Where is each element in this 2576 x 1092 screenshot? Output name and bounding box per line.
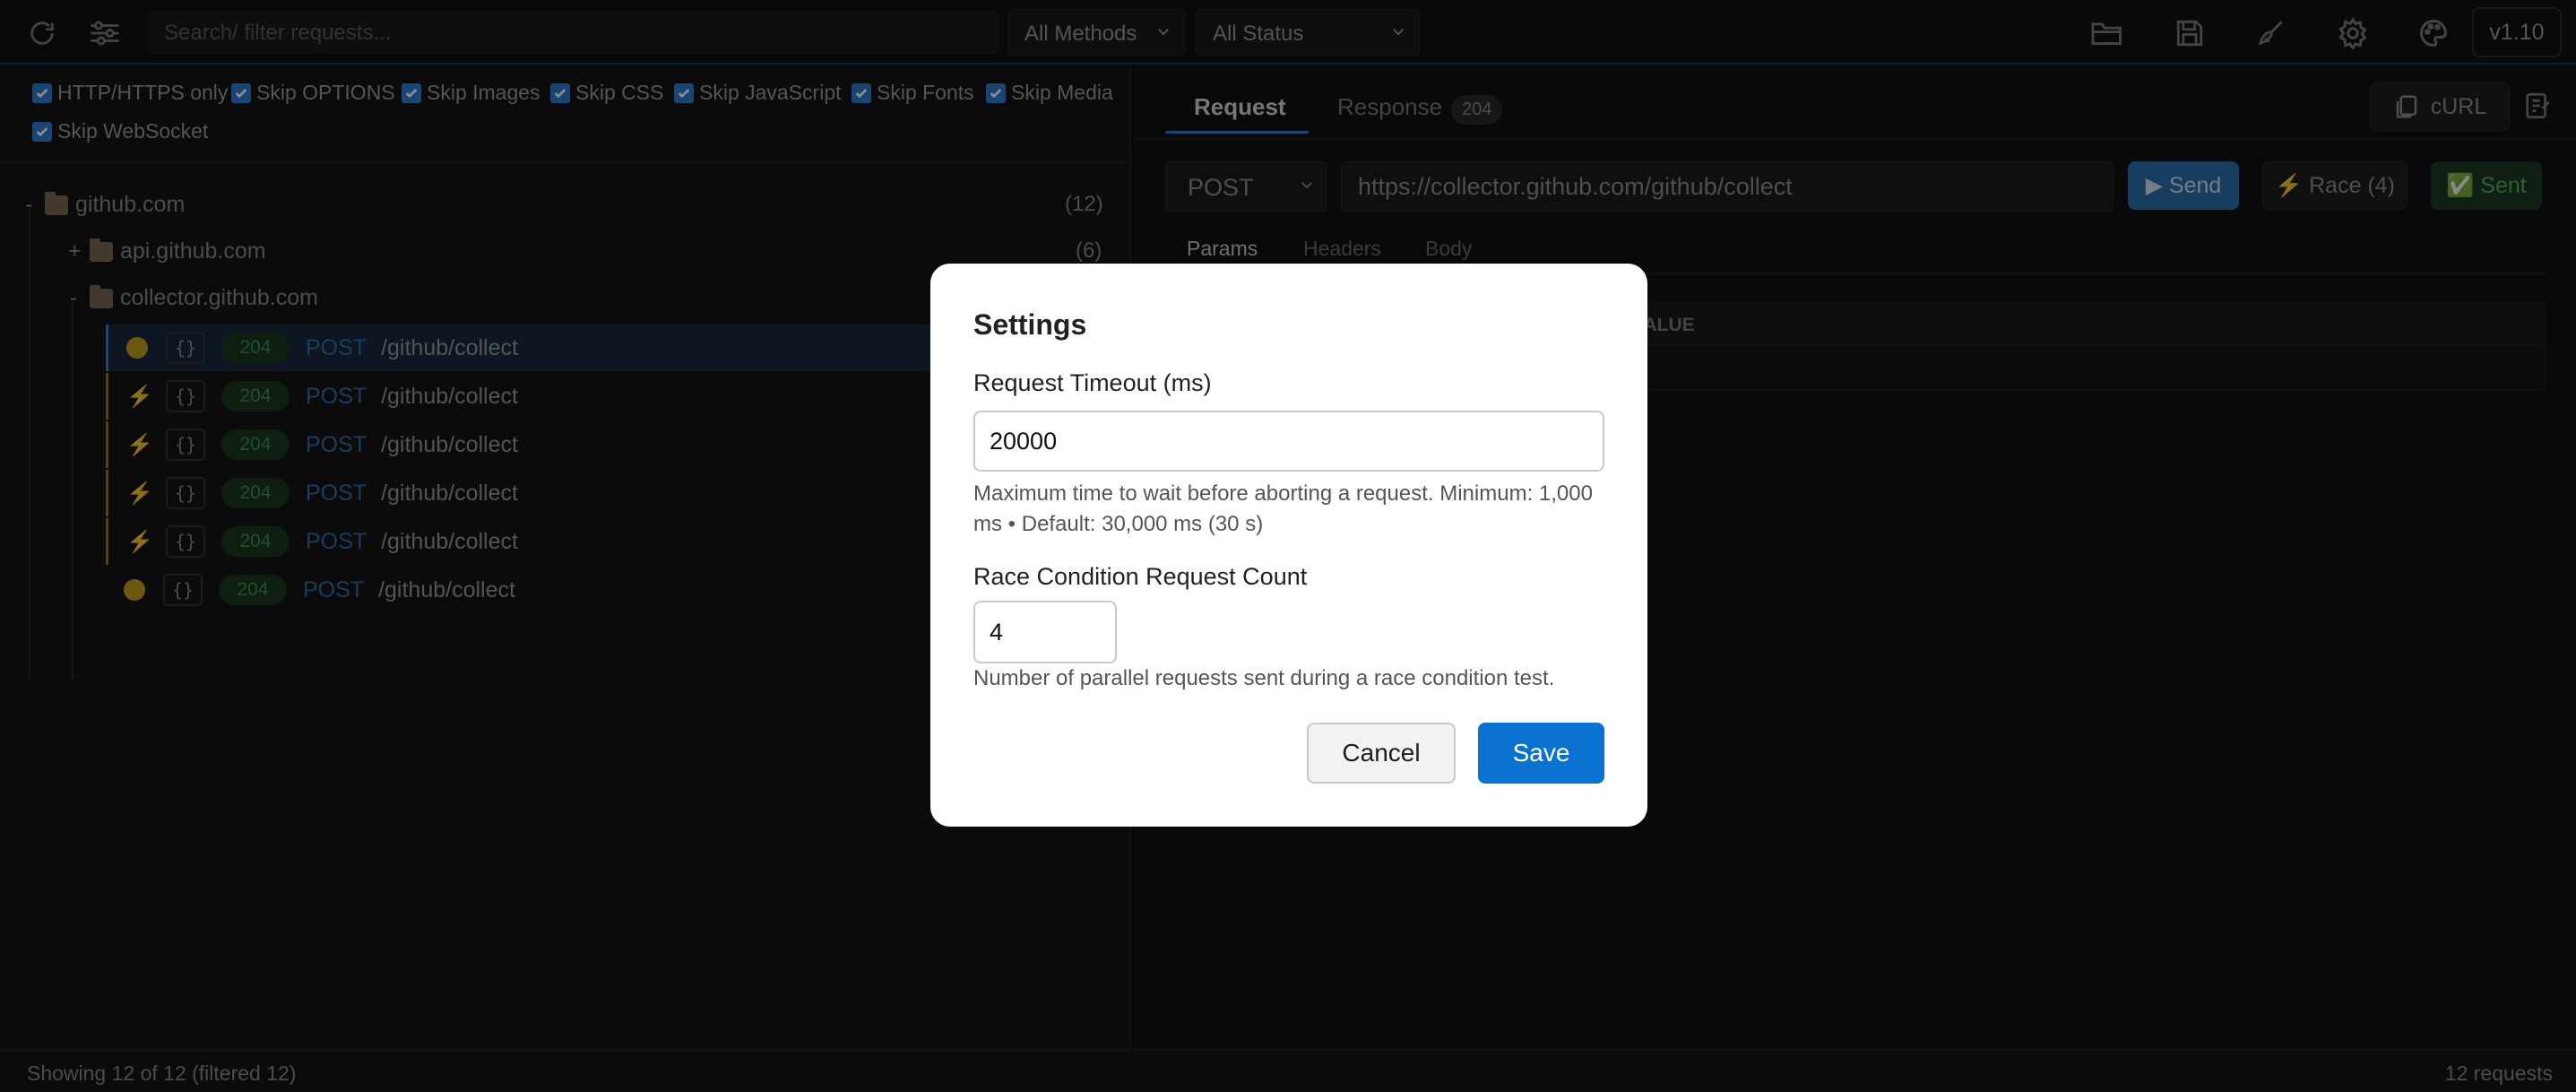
settings-modal: Settings Request Timeout (ms) 20000 Maxi… — [930, 264, 1647, 827]
save-button[interactable]: Save — [1478, 723, 1604, 784]
cancel-button[interactable]: Cancel — [1307, 723, 1456, 784]
timeout-label: Request Timeout (ms) — [973, 369, 1212, 396]
timeout-input[interactable]: 20000 — [973, 411, 1604, 472]
race-count-help-text: Number of parallel requests sent during … — [973, 666, 1555, 690]
settings-title: Settings — [973, 308, 1087, 341]
timeout-help-text: Maximum time to wait before aborting a r… — [973, 481, 1593, 536]
race-count-label: Race Condition Request Count — [973, 563, 1308, 590]
race-count-input[interactable]: 4 — [973, 601, 1117, 663]
